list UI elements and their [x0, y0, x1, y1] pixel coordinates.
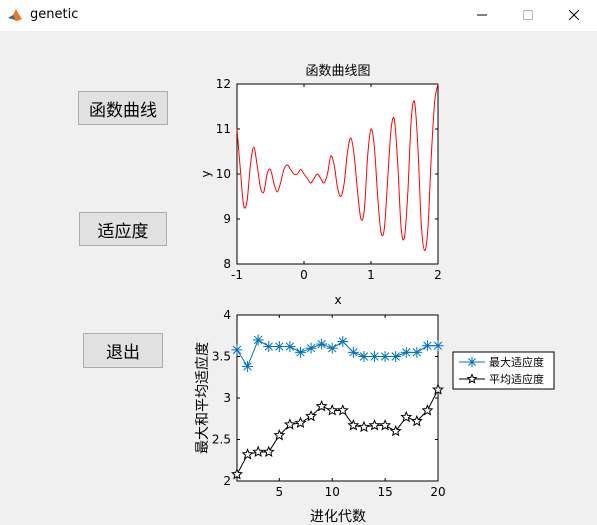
legend-label: 最大适应度 — [489, 355, 544, 369]
legend: 最大适应度平均适应度 — [452, 351, 555, 390]
matlab-icon — [7, 7, 23, 23]
minimize-button[interactable] — [459, 0, 505, 31]
x-tick-label: 20 — [430, 485, 445, 499]
maximize-button[interactable] — [505, 0, 551, 31]
minimize-icon — [477, 14, 487, 16]
plot-area — [237, 315, 438, 481]
y-tick-label: 2 — [223, 474, 231, 488]
legend-label: 平均适应度 — [489, 372, 544, 386]
window-titlebar: genetic — [0, 0, 597, 31]
close-button[interactable] — [551, 0, 597, 31]
y-tick-label: 10 — [216, 167, 231, 181]
fitness-button[interactable]: 适应度 — [79, 212, 167, 246]
y-tick-label: 4 — [223, 308, 231, 322]
x-axis-label: 进化代数 — [310, 509, 366, 525]
x-tick-label: 1 — [367, 268, 375, 282]
legend-marker-asterisk — [467, 357, 477, 367]
x-tick-label: 0 — [300, 268, 308, 282]
y-axis-label: y — [199, 170, 213, 177]
maximize-icon — [523, 10, 533, 20]
exit-button[interactable]: 退出 — [83, 333, 163, 368]
y-tick-label: 8 — [223, 257, 231, 271]
close-icon — [569, 10, 579, 20]
function-curve-button[interactable]: 函数曲线 — [78, 91, 168, 125]
x-tick-label: 15 — [377, 485, 392, 499]
x-tick-label: 5 — [275, 485, 283, 499]
window-title: genetic — [30, 7, 79, 22]
y-tick-label: 3 — [223, 391, 231, 405]
y-tick-label: 12 — [216, 77, 231, 91]
function-curve-chart: 函数曲线图 x y -1 0 1 289101112 — [199, 64, 442, 307]
y-tick-label: 11 — [216, 122, 231, 136]
fitness-chart: 进化代数 最大和平均适应度 5 10 15 20 2 2.5 3 3.5 4 最大适应度平均适应… — [194, 308, 555, 525]
chart-title: 函数曲线图 — [305, 64, 370, 79]
y-tick-label: 3.5 — [212, 350, 231, 364]
y-axis-label: 最大和平均适应度 — [194, 342, 211, 454]
y-tick-label: 9 — [223, 212, 231, 226]
x-tick-label: -1 — [231, 268, 243, 282]
y-tick-label: 2.5 — [212, 433, 231, 447]
x-tick-label: 10 — [325, 485, 340, 499]
x-tick-label: 2 — [434, 268, 442, 282]
